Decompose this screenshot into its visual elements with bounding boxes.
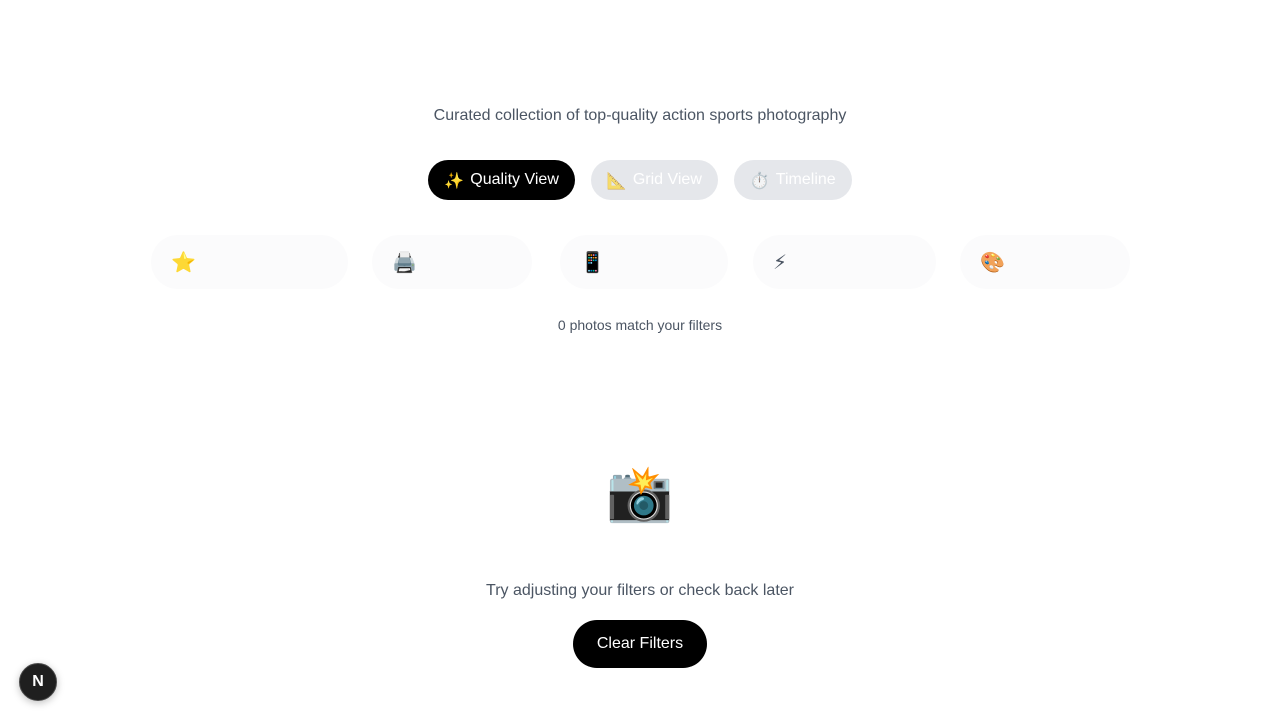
printer-icon: 🖨️	[392, 250, 417, 274]
filter-bar: ⭐ 🖨️ 📱 ⚡ 🎨	[0, 235, 1280, 289]
page: Curated collection of top-quality action…	[0, 0, 1280, 720]
filter-chip-quality[interactable]: ⭐	[151, 235, 348, 289]
nextjs-icon[interactable]: N	[19, 663, 57, 701]
filter-chip-mobile[interactable]: 📱	[560, 235, 728, 289]
mobile-phone-icon: 📱	[580, 250, 605, 274]
nextjs-badge-label: N	[32, 673, 44, 690]
stopwatch-icon: ⏱️	[749, 170, 770, 190]
tab-quality-view-label: Quality View	[470, 171, 559, 188]
sparkles-icon: ✨	[444, 170, 465, 190]
tab-quality-view[interactable]: ✨ Quality View	[428, 160, 575, 200]
tab-timeline-label: Timeline	[775, 171, 836, 188]
lightning-icon: ⚡	[773, 250, 788, 274]
view-mode-tabs: ✨ Quality View 📐 Grid View ⏱️ Timeline	[0, 160, 1280, 200]
star-icon: ⭐	[171, 250, 196, 274]
tab-grid-view[interactable]: 📐 Grid View	[590, 160, 718, 200]
clear-filters-button[interactable]: Clear Filters	[573, 620, 707, 668]
tab-grid-view-label: Grid View	[632, 171, 702, 188]
filter-chip-print[interactable]: 🖨️	[372, 235, 532, 289]
filter-chip-action[interactable]: ⚡	[753, 235, 936, 289]
triangular-ruler-icon: 📐	[606, 170, 627, 190]
page-subtitle: Curated collection of top-quality action…	[433, 107, 847, 124]
results-count: 0 photos match your filters	[557, 317, 723, 333]
filter-chip-style[interactable]: 🎨	[960, 235, 1130, 289]
empty-state-message: Try adjusting your filters or check back…	[486, 582, 794, 599]
palette-icon: 🎨	[980, 250, 1005, 274]
tab-timeline[interactable]: ⏱️ Timeline	[733, 160, 852, 200]
camera-flash-icon: 📸	[606, 462, 674, 525]
